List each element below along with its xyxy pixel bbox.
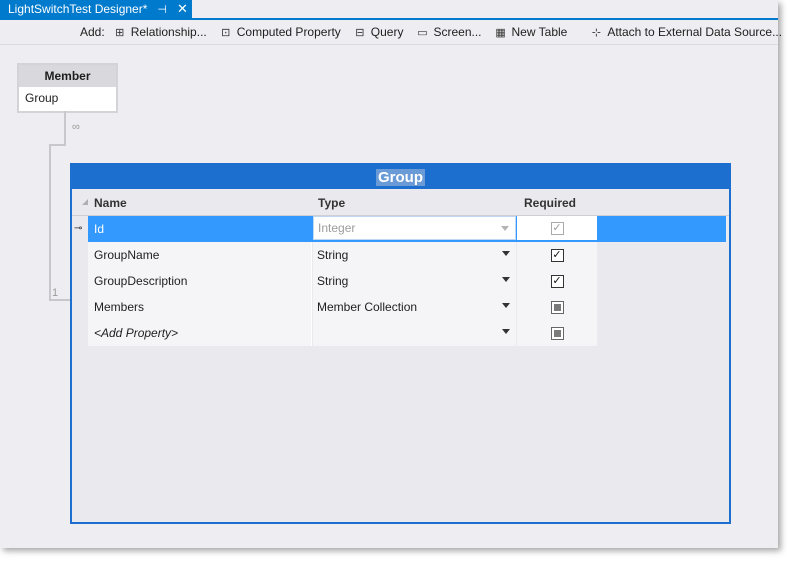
row-filler: [598, 216, 726, 242]
property-type-dropdown[interactable]: String: [313, 242, 516, 268]
property-type-value: String: [317, 274, 349, 288]
required-checkbox[interactable]: ✓: [550, 274, 564, 288]
relationship-line: [49, 144, 51, 300]
chevron-down-icon: [502, 329, 510, 334]
chevron-down-icon: [502, 303, 510, 308]
member-entity-title: Member: [19, 65, 116, 87]
attach-external-data-source-button[interactable]: ⊹ Attach to External Data Source...: [589, 25, 782, 39]
group-entity[interactable]: Group Name Type Required ⊸ Id Integer ✓ …: [70, 163, 731, 524]
required-cell: ✓: [517, 268, 597, 294]
property-row-groupdescription[interactable]: GroupDescription String ✓: [88, 268, 726, 294]
property-type-dropdown[interactable]: [313, 320, 516, 346]
property-row-id[interactable]: ⊸ Id Integer ✓: [74, 216, 726, 242]
property-type-value: Integer: [318, 221, 356, 235]
one-multiplicity: 1: [52, 287, 59, 299]
property-type-value: String: [317, 248, 349, 262]
property-type-dropdown[interactable]: Member Collection: [313, 294, 516, 320]
many-multiplicity: ∞: [72, 121, 80, 133]
required-cell: [517, 320, 597, 346]
required-cell: ✓: [517, 216, 597, 240]
required-cell: [517, 294, 597, 320]
computed-property-icon: ⊡: [221, 26, 231, 39]
pin-icon[interactable]: ⊣: [157, 3, 167, 16]
key-icon: ⊸: [74, 223, 83, 234]
document-tab-title: LightSwitchTest Designer*: [8, 2, 148, 16]
new-table-icon: ▦: [495, 26, 506, 39]
close-icon[interactable]: ✕: [177, 1, 188, 17]
property-name[interactable]: Members: [88, 294, 312, 320]
add-computed-property-button[interactable]: ⊡ Computed Property: [219, 25, 341, 39]
screen-icon: ▭: [417, 26, 428, 39]
required-checkbox[interactable]: ✓: [550, 248, 564, 262]
column-header-name[interactable]: Name: [94, 196, 127, 210]
required-checkbox[interactable]: [550, 300, 564, 314]
query-icon: ⊟: [355, 26, 365, 39]
designer-window: LightSwitchTest Designer* ⊣ ✕ Add: ⊞ Rel…: [0, 0, 782, 548]
property-type-dropdown[interactable]: String: [313, 268, 516, 294]
designer-canvas: Member Group ∞ 1 Group Name Type Require…: [0, 45, 778, 548]
group-entity-title-text[interactable]: Group: [376, 168, 425, 186]
grid-header: Name Type Required: [72, 191, 729, 216]
column-header-required[interactable]: Required: [524, 196, 576, 210]
attach-data-source-icon: ⊹: [591, 26, 601, 39]
chevron-down-icon: [502, 251, 510, 256]
new-table-button[interactable]: ▦ New Table: [494, 25, 567, 39]
group-entity-title: Group: [72, 165, 729, 189]
chevron-down-icon: [502, 277, 510, 282]
document-tab-bar: LightSwitchTest Designer* ⊣ ✕: [0, 0, 778, 20]
add-relationship-button[interactable]: ⊞ Relationship...: [113, 25, 207, 39]
column-header-type[interactable]: Type: [318, 196, 345, 210]
add-label: Add:: [80, 25, 105, 39]
add-query-button[interactable]: ⊟ Query: [353, 25, 403, 39]
document-tab[interactable]: LightSwitchTest Designer* ⊣ ✕: [0, 0, 192, 18]
add-screen-button[interactable]: ▭ Screen...: [415, 25, 481, 39]
add-property-placeholder[interactable]: <Add Property>: [88, 320, 312, 346]
member-property-group[interactable]: Group: [19, 87, 116, 109]
property-row-groupname[interactable]: GroupName String ✓: [88, 242, 726, 268]
property-type-dropdown[interactable]: Integer: [313, 216, 516, 240]
property-name[interactable]: GroupName: [88, 242, 312, 268]
chevron-down-icon: [501, 226, 509, 231]
relationship-line: [49, 144, 66, 146]
required-checkbox[interactable]: [550, 326, 564, 340]
member-entity[interactable]: Member Group: [17, 63, 118, 113]
sort-corner-icon: [82, 199, 88, 205]
relationship-line: [49, 299, 71, 301]
properties-grid: Name Type Required ⊸ Id Integer ✓ GroupN…: [72, 191, 729, 346]
add-property-row[interactable]: <Add Property>: [88, 320, 726, 346]
property-row-members[interactable]: Members Member Collection: [88, 294, 726, 320]
property-name[interactable]: GroupDescription: [88, 268, 312, 294]
required-checkbox[interactable]: ✓: [550, 221, 564, 235]
property-name[interactable]: Id: [88, 216, 312, 242]
designer-toolbar: Add: ⊞ Relationship... ⊡ Computed Proper…: [0, 20, 782, 45]
property-type-value: Member Collection: [317, 300, 418, 314]
relationship-icon: ⊞: [115, 26, 125, 39]
relationship-line: [64, 111, 66, 145]
required-cell: ✓: [517, 242, 597, 268]
